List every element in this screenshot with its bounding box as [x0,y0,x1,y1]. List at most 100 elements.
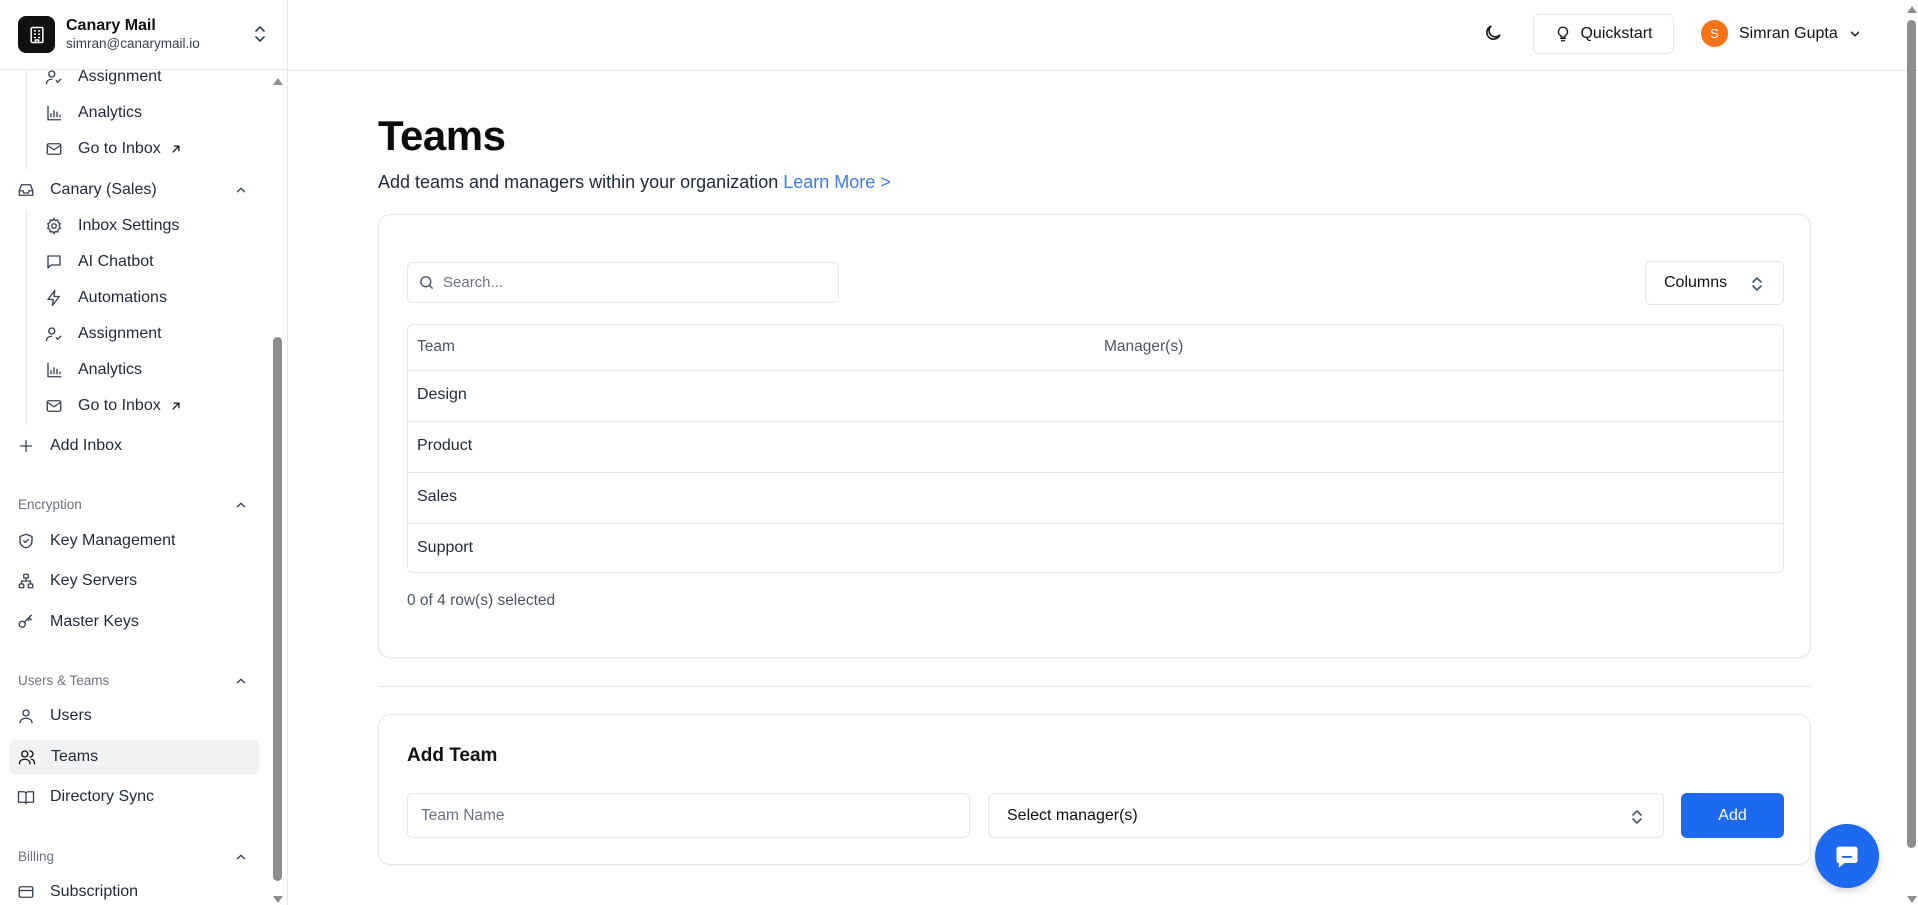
sidebar-item-label: AI Chatbot [78,253,154,270]
sidebar-item-label: Analytics [78,361,143,378]
cell-team: Design [417,386,467,403]
page-title: Teams [378,112,506,159]
avatar: S [1701,20,1728,47]
search-box[interactable] [407,262,839,303]
row-selection-count: 0 of 4 row(s) selected [407,592,556,609]
credit-card-icon [16,882,36,902]
add-inbox-button[interactable]: Add Inbox [16,429,122,463]
plus-icon [16,436,36,456]
sidebar-item-go-to-inbox[interactable]: Go to Inbox [44,132,183,166]
external-link-icon [169,142,183,156]
manager-select[interactable]: Select manager(s) [988,793,1664,838]
team-name-input[interactable] [407,793,970,838]
chevron-up-icon[interactable] [234,850,248,864]
sidebar-item-ai-chatbot[interactable]: AI Chatbot [44,245,154,279]
moon-icon[interactable] [1483,23,1503,43]
sidebar-item-key-servers[interactable]: Key Servers [16,564,137,598]
cell-team: Sales [417,488,458,505]
table-header: Team Manager(s) [408,325,1783,371]
sidebar-scrollbar-thumb[interactable] [273,337,282,881]
table-row[interactable]: Sales [408,473,1783,524]
scroll-up-arrow-icon[interactable] [1906,4,1918,14]
sidebar-item-label: Inbox Settings [78,217,180,234]
divider [378,686,1811,687]
sidebar-item-inbox-settings[interactable]: Inbox Settings [44,209,179,243]
org-email: simran@canarymail.io [66,36,200,51]
sidebar-item-master-keys[interactable]: Master Keys [16,605,139,639]
user-menu[interactable]: S Simran Gupta [1701,20,1862,47]
sidebar-item-directory-sync[interactable]: Directory Sync [16,780,154,814]
scroll-down-arrow-icon[interactable] [1906,895,1918,905]
cell-team: Support [417,539,474,556]
sidebar-item-assignment[interactable]: Assignment [44,60,162,94]
chevrons-up-down-icon [1751,276,1763,292]
page-scrollbar-thumb[interactable] [1907,20,1916,848]
sidebar-item-label: Directory Sync [50,788,155,805]
mail-icon [44,139,64,159]
manager-select-value: Select manager(s) [1007,806,1138,824]
sidebar-item-label: Subscription [50,883,139,900]
chevron-up-icon[interactable] [234,183,248,197]
add-team-button[interactable]: Add [1681,793,1784,838]
page-subtitle: Add teams and managers within your organ… [378,172,891,193]
sidebar-item-label: Go to Inbox [78,140,161,157]
bar-chart-icon [44,103,64,123]
user-icon [16,706,36,726]
sidebar-item-key-management[interactable]: Key Management [16,524,175,558]
sidebar-item-label: Users [50,707,92,724]
column-header-team[interactable]: Team [417,338,455,356]
lightning-icon [44,288,64,308]
chevron-up-icon[interactable] [234,498,248,512]
sidebar-item-subscription[interactable]: Subscription [16,875,138,905]
external-link-icon [169,399,183,413]
shield-check-icon [16,531,36,551]
sidebar-item-teams[interactable]: Teams [9,740,259,774]
section-title-encryption: Encryption [18,497,82,512]
scroll-up-arrow-icon[interactable] [272,76,284,86]
table-row[interactable]: Product [408,422,1783,473]
search-input[interactable] [443,274,823,291]
mail-icon [44,396,64,416]
sidebar-item-analytics[interactable]: Analytics [44,96,142,130]
sidebar-item-assignment[interactable]: Assignment [44,317,162,351]
message-square-icon [44,252,64,272]
table-row[interactable]: Support [408,524,1783,572]
sidebar-item-go-to-inbox[interactable]: Go to Inbox [44,389,183,423]
page-subtitle-text: Add teams and managers within your organ… [378,172,779,192]
sidebar-item-label: Master Keys [50,613,139,630]
chevrons-up-down-icon [1631,809,1643,825]
sidebar-item-label: Canary (Sales) [50,181,157,198]
inbox-icon [16,180,36,200]
sidebar-item-label: Go to Inbox [78,397,161,414]
cell-team: Product [417,437,473,454]
user-check-icon [44,67,64,87]
sidebar-item-label: Teams [51,748,99,765]
chevrons-up-down-icon [253,24,267,44]
teams-table: Team Manager(s) Design Product Sales Sup… [407,324,1784,573]
quickstart-button[interactable]: Quickstart [1533,14,1674,54]
scroll-down-arrow-icon[interactable] [272,895,284,905]
building-icon [18,16,55,53]
chevron-up-icon[interactable] [234,674,248,688]
sidebar-item-label: Automations [78,289,167,306]
subnav-line [26,70,27,170]
columns-button[interactable]: Columns [1645,261,1784,305]
bar-chart-icon [44,360,64,380]
chat-bubble-icon [1833,842,1861,870]
table-row[interactable]: Design [408,371,1783,422]
chat-support-button[interactable] [1815,824,1879,888]
sidebar-item-canary-sales[interactable]: Canary (Sales) [16,173,157,207]
chevron-down-icon [1848,27,1862,41]
teams-table-card: Columns Team Manager(s) Design Product S… [378,214,1811,658]
book-open-icon [16,787,36,807]
learn-more-link[interactable]: Learn More > [783,172,891,192]
sidebar-item-users[interactable]: Users [16,699,92,733]
sidebar-item-automations[interactable]: Automations [44,281,167,315]
sidebar-item-analytics[interactable]: Analytics [44,353,142,387]
section-title-users-teams: Users & Teams [18,673,110,688]
sidebar-item-label: Key Management [50,532,176,549]
column-header-managers[interactable]: Manager(s) [1104,338,1183,356]
sidebar-item-label: Key Servers [50,572,138,589]
key-icon [16,612,36,632]
sidebar-item-label: Assignment [78,325,162,342]
